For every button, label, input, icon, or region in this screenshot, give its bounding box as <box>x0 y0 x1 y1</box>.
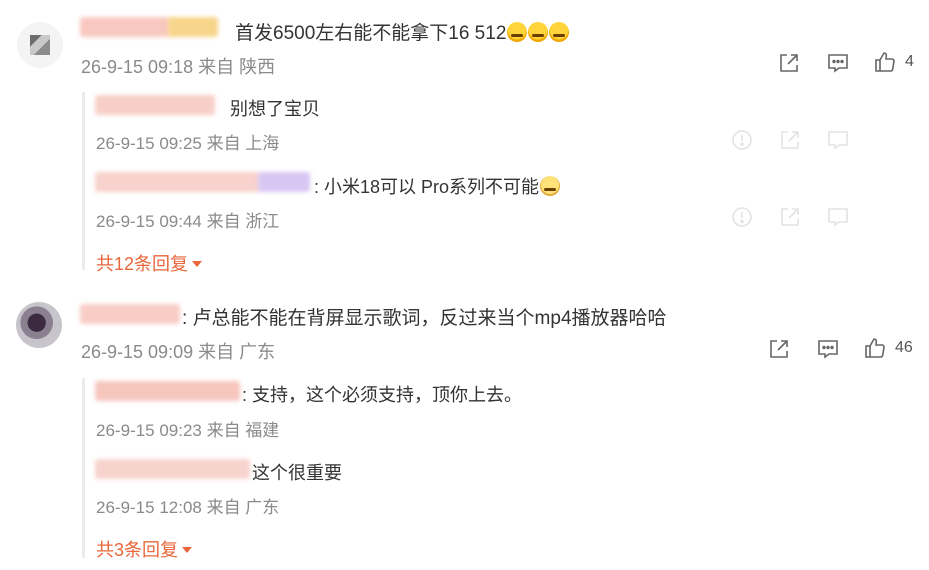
reply-text: 别想了宝贝 <box>230 99 320 119</box>
like-count: 4 <box>905 53 914 70</box>
reply-text-content: : 小米18可以 Pro系列不可能 <box>314 177 540 197</box>
comment-icon[interactable] <box>826 205 850 229</box>
comment-text: 首发6500左右能不能拿下16 512 <box>235 18 570 45</box>
share-icon[interactable] <box>777 51 801 75</box>
crying-emoji-icon <box>528 22 549 42</box>
cat-emoji-icon <box>540 176 561 196</box>
thumbs-up-icon[interactable] <box>873 50 897 74</box>
thumbs-up-icon[interactable] <box>863 336 887 360</box>
reply-meta: 26-9-15 09:25 来自 上海 <box>96 134 280 153</box>
comment-icon[interactable] <box>816 337 840 361</box>
report-icon[interactable] <box>730 205 754 229</box>
reply-text: 这个很重要 <box>252 463 342 483</box>
crying-emoji-icon <box>549 22 570 42</box>
reply-text: : 小米18可以 Pro系列不可能 <box>314 173 561 199</box>
report-icon[interactable] <box>730 128 754 152</box>
reply-thread-line <box>82 92 85 270</box>
view-more-replies-label: 共3条回复 <box>96 540 179 560</box>
comment-meta: 26-9-15 09:09 来自 广东 <box>81 342 276 362</box>
avatar[interactable] <box>16 302 62 348</box>
comment-text: : 卢总能不能在背屏显示歌词，反过来当个mp4播放器哈哈 <box>182 308 667 329</box>
reply-thread-line <box>82 378 85 558</box>
chevron-down-icon <box>192 261 203 267</box>
avatar-image <box>30 35 50 55</box>
reply-meta: 26-9-15 09:23 来自 福建 <box>96 421 280 440</box>
view-more-replies-label: 共12条回复 <box>96 254 189 274</box>
comment-meta: 26-9-15 09:18 来自 陕西 <box>81 57 276 77</box>
comment-icon[interactable] <box>826 128 850 152</box>
comment-text-content: 首发6500左右能不能拿下16 512 <box>235 23 507 44</box>
like-count: 46 <box>895 339 913 356</box>
share-icon[interactable] <box>778 128 802 152</box>
share-icon[interactable] <box>778 205 802 229</box>
reply-meta: 26-9-15 12:08 来自 广东 <box>96 498 280 517</box>
share-icon[interactable] <box>767 337 791 361</box>
view-more-replies-link[interactable]: 共12条回复 <box>96 250 203 276</box>
view-more-replies-link[interactable]: 共3条回复 <box>96 536 193 562</box>
comment-icon[interactable] <box>826 51 850 75</box>
avatar[interactable] <box>17 22 63 68</box>
crying-emoji-icon <box>507 22 528 42</box>
reply-meta: 26-9-15 09:44 来自 浙江 <box>96 212 280 231</box>
chevron-down-icon <box>182 547 193 553</box>
reply-text: : 支持，这个必须支持，顶你上去。 <box>242 385 523 405</box>
